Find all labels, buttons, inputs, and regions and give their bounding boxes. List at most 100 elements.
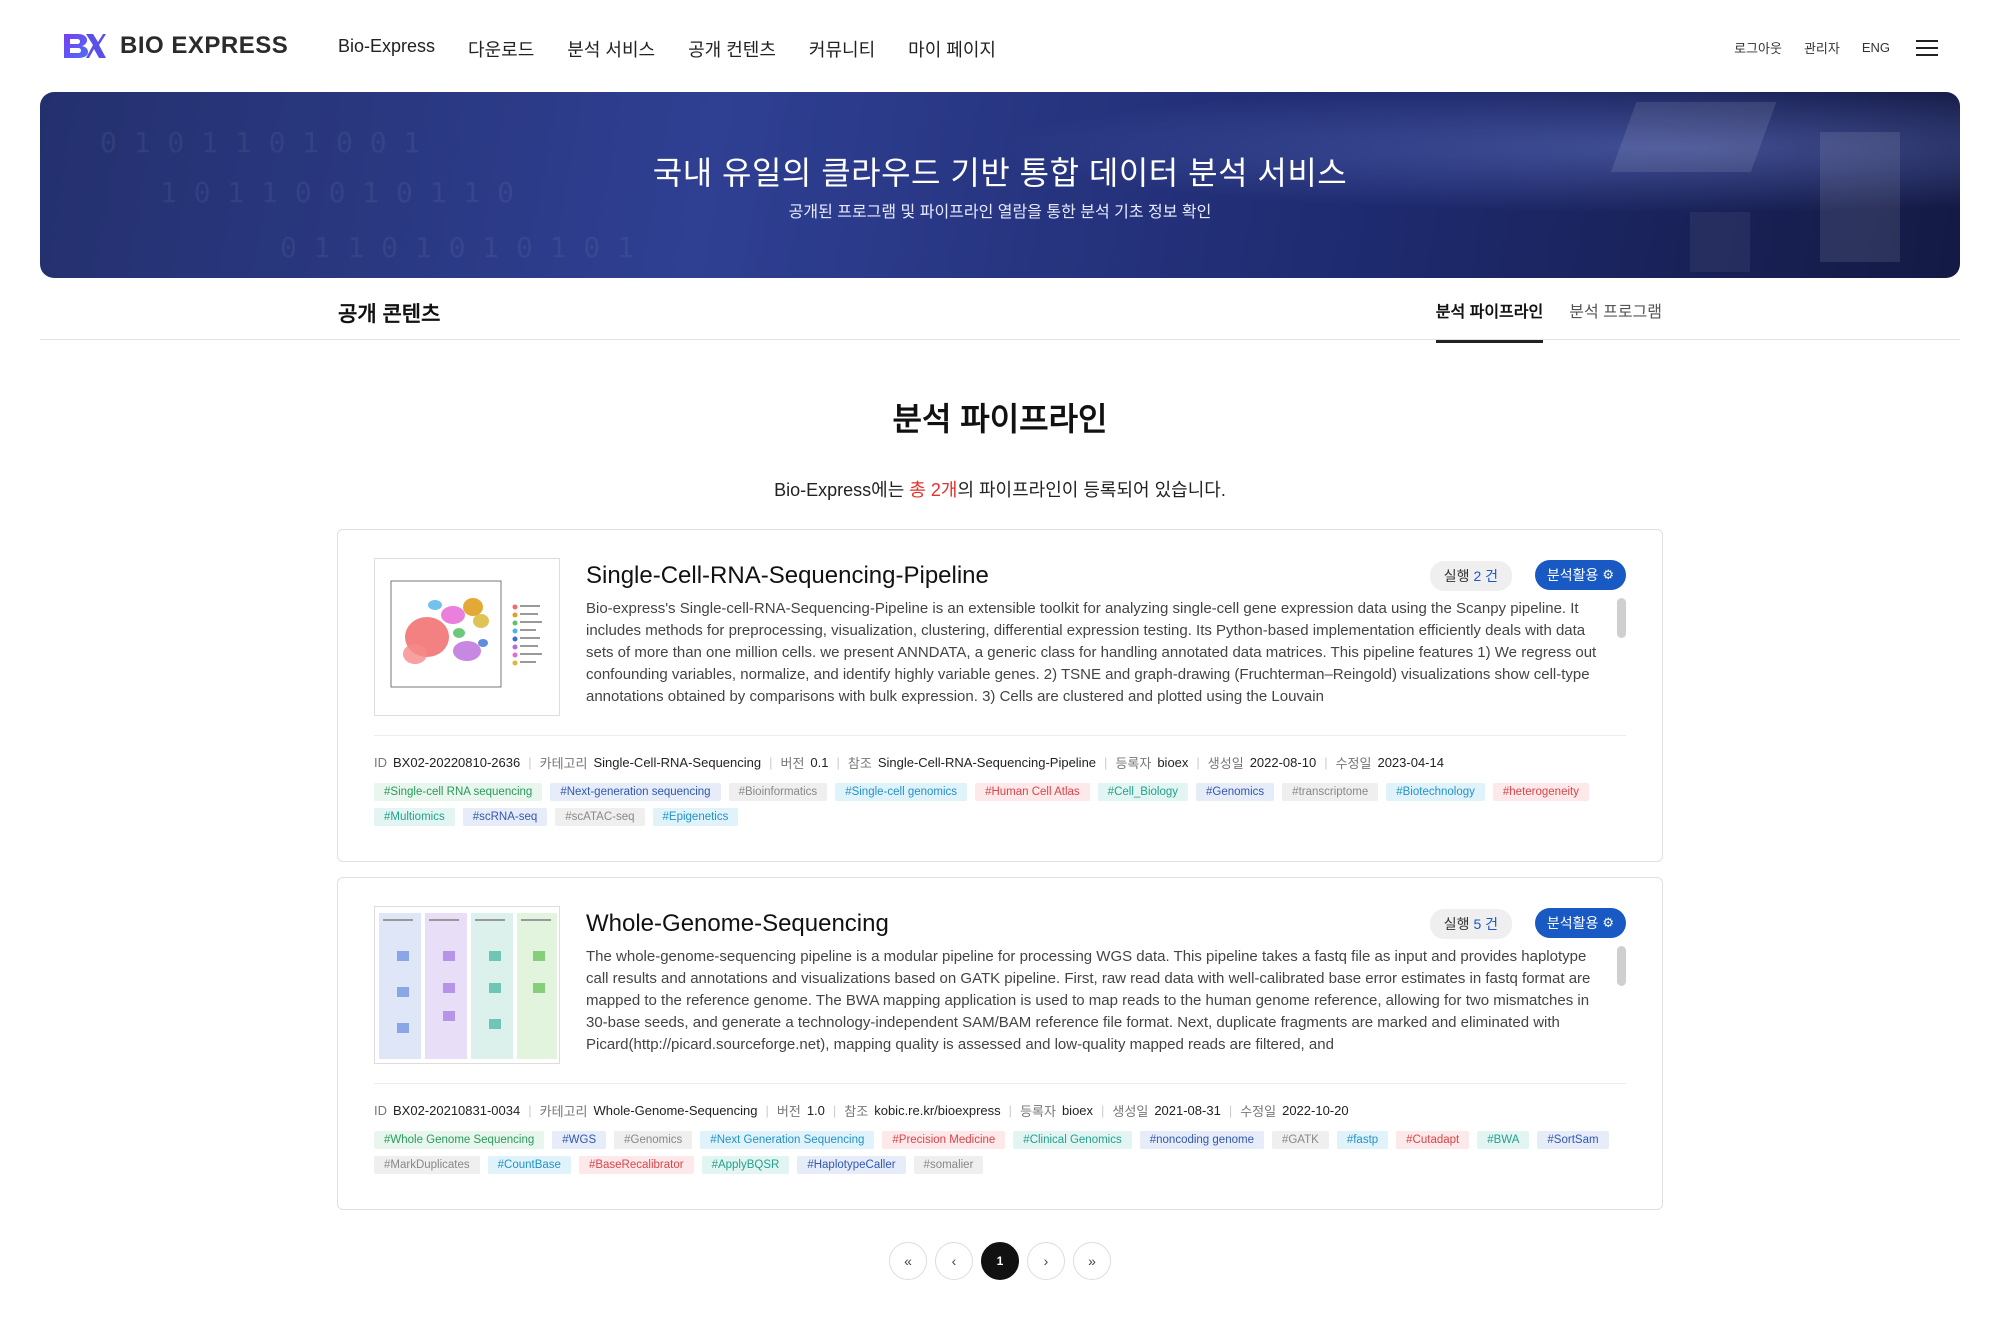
tag[interactable]: #Genomics [1196,783,1275,801]
nav-item-bio-express[interactable]: Bio-Express [338,36,435,62]
pipeline-thumbnail[interactable] [374,906,560,1064]
meta-separator: | [765,1103,769,1118]
tag[interactable]: #Cell_Biology [1097,783,1188,801]
tag[interactable]: #Bioinformatics [728,783,828,801]
tag[interactable]: #noncoding genome [1139,1131,1264,1149]
use-analysis-button[interactable]: 분석활용 ⚙ [1534,908,1626,938]
banner-title: 국내 유일의 클라우드 기반 통합 데이터 분석 서비스 [652,155,1348,191]
tag[interactable]: #MarkDuplicates [374,1156,480,1174]
pipeline-title[interactable]: Whole-Genome-Sequencing [586,910,889,938]
meta-ref-label: 참조 [844,1104,869,1119]
tag[interactable]: #BWA [1477,1131,1530,1149]
meta-separator: | [1324,755,1328,770]
logout-link[interactable]: 로그아웃 [1734,38,1782,57]
meta-separator: | [1104,755,1108,770]
tag[interactable]: #SortSam [1537,1131,1609,1149]
tab-analysis-pipeline[interactable]: 분석 파이프라인 [1435,298,1544,343]
meta-ref-label: 참조 [847,756,872,771]
tag[interactable]: #GATK [1271,1131,1329,1149]
nav-item-community[interactable]: 커뮤니티 [809,36,875,62]
pipeline-card: Single-Cell-RNA-Sequencing-Pipeline 실행 2… [337,529,1663,862]
gear-icon: ⚙ [1602,915,1614,930]
tag-list: #Whole Genome Sequencing #WGS #Genomics #Ne… [374,1131,1634,1181]
tag[interactable]: #transcriptome [1282,783,1379,801]
tag[interactable]: #Precision Medicine [882,1131,1006,1149]
workflow-diagram-image [379,913,557,1059]
meta-ref-value: kobic.re.kr/bioexpress [874,1103,1001,1118]
tag[interactable]: #Biotechnology [1386,783,1485,801]
pipeline-meta: ID BX02-20220810-2636 | 카테고리 Single-Cell… [374,753,1444,772]
tag[interactable]: #somalier [913,1156,984,1174]
content-tabs: 분석 파이프라인 분석 프로그램 [1410,298,1662,343]
tab-analysis-program[interactable]: 분석 프로그램 [1569,298,1662,343]
meta-separator: | [832,1103,837,1118]
meta-author-value: bioex [1061,1103,1094,1118]
chevron-right-icon[interactable]: › [1027,1242,1065,1280]
section-title: 공개 콘텐츠 [338,303,441,326]
pagination: « ‹ 1 › » [0,1242,2000,1280]
nav-item-public-contents[interactable]: 공개 컨텐츠 [688,36,776,62]
meta-separator: | [1196,755,1200,770]
tag[interactable]: #Cutadapt [1396,1131,1470,1149]
meta-created-value: 2021-08-31 [1154,1103,1221,1118]
double-chevron-right-icon[interactable]: » [1073,1242,1111,1280]
nav-item-download[interactable]: 다운로드 [468,36,534,62]
nav-item-analysis-service[interactable]: 분석 서비스 [567,36,655,62]
summary-prefix: Bio-Express에는 [774,480,910,500]
tag[interactable]: #Next Generation Sequencing [700,1131,875,1149]
tag[interactable]: #Next-generation sequencing [550,783,721,801]
meta-modified-label: 수정일 [1335,756,1372,771]
tag[interactable]: #Multiomics [374,808,455,826]
pipeline-description[interactable]: The whole-genome-sequencing pipeline is … [586,946,1598,1056]
pipeline-card: Whole-Genome-Sequencing 실행 5 건 분석활용 ⚙ Th… [337,877,1663,1210]
tag[interactable]: #Single-cell RNA sequencing [374,783,543,801]
pipeline-title[interactable]: Single-Cell-RNA-Sequencing-Pipeline [586,562,989,590]
meta-separator: | [1228,1103,1233,1118]
description-scrollbar[interactable] [1617,598,1626,638]
tag[interactable]: #ApplyBQSR [701,1156,790,1174]
meta-separator: | [769,755,773,770]
tag[interactable]: #Whole Genome Sequencing [374,1131,545,1149]
use-analysis-label: 분석활용 [1546,567,1599,583]
page-number[interactable]: 1 [981,1242,1019,1280]
use-analysis-button[interactable]: 분석활용 ⚙ [1534,560,1626,590]
tag[interactable]: #Clinical Genomics [1013,1131,1132,1149]
meta-author-label: 등록자 [1020,1104,1056,1119]
chevron-left-icon[interactable]: ‹ [935,1242,973,1280]
description-scrollbar[interactable] [1617,946,1626,986]
tag[interactable]: #BaseRecalibrator [578,1156,694,1174]
hamburger-icon[interactable] [1916,39,1938,56]
pipeline-description[interactable]: Bio-express's Single-cell-RNA-Sequencing… [586,598,1598,708]
tag[interactable]: #Epigenetics [652,808,739,826]
bx-logo-icon [64,34,106,58]
tag[interactable]: #HaplotypeCaller [797,1156,906,1174]
gear-icon: ⚙ [1602,567,1614,582]
pipeline-thumbnail[interactable] [374,558,560,716]
meta-id-label: ID [374,1103,387,1118]
section-header: 공개 콘텐츠 분석 파이프라인 분석 프로그램 [40,278,1960,343]
nav-item-my-page[interactable]: 마이 페이지 [908,36,996,62]
run-count-badge: 실행 2 건 [1429,561,1512,591]
tag[interactable]: #Genomics [614,1131,693,1149]
meta-version-value: 0.1 [810,755,829,770]
use-analysis-label: 분석활용 [1546,915,1599,931]
banner-subtitle: 공개된 프로그램 및 파이프라인 열람을 통한 분석 기초 정보 확인 [788,204,1212,221]
double-chevron-left-icon[interactable]: « [889,1242,927,1280]
tag[interactable]: #WGS [552,1131,607,1149]
language-toggle[interactable]: ENG [1862,40,1890,55]
tag[interactable]: #CountBase [487,1156,571,1174]
logo[interactable]: BIO EXPRESS [62,32,288,60]
tag[interactable]: #scRNA-seq [462,808,548,826]
tag-list: #Single-cell RNA sequencing #Next-generat… [374,783,1634,833]
tag[interactable]: #Human Cell Atlas [975,783,1090,801]
meta-created-label: 생성일 [1112,1104,1149,1119]
tag[interactable]: #heterogeneity [1492,783,1589,801]
admin-link[interactable]: 관리자 [1804,38,1840,57]
meta-separator: | [836,755,840,770]
tag[interactable]: #Single-cell genomics [835,783,968,801]
meta-separator: | [528,1103,532,1118]
tag[interactable]: #fastp [1336,1131,1389,1149]
tag[interactable]: #scATAC-seq [555,808,645,826]
meta-id-value: BX02-20210831-0034 [393,1103,521,1118]
meta-category-value: Whole-Genome-Sequencing [593,1103,758,1118]
